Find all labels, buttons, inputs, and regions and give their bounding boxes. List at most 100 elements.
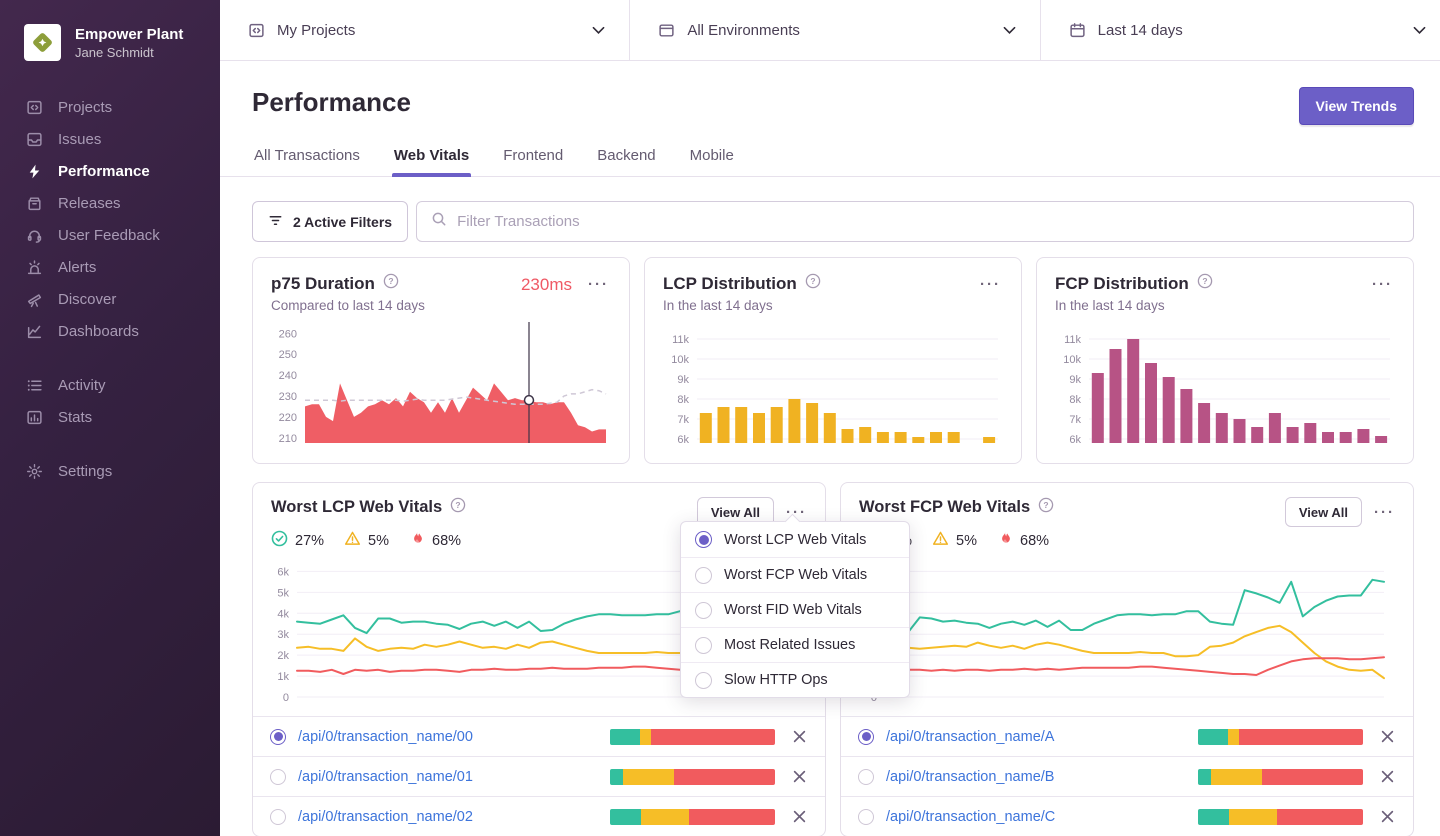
more-options-button[interactable]: ···: [978, 273, 1003, 296]
sidebar-item-settings[interactable]: Settings: [0, 455, 220, 487]
sidebar-item-stats[interactable]: Stats: [0, 401, 220, 433]
org-header[interactable]: Empower Plant Jane Schmidt: [0, 0, 220, 61]
user-feedback-icon: [25, 226, 43, 244]
tab-label: Mobile: [689, 147, 734, 164]
close-icon[interactable]: [1379, 808, 1396, 825]
menu-radio[interactable]: [695, 601, 712, 619]
tab-web-vitals[interactable]: Web Vitals: [391, 141, 472, 177]
menu-item-worst-fid[interactable]: Worst FID Web Vitals: [681, 592, 909, 627]
sidebar-item-label: Activity: [58, 376, 106, 394]
active-filters-button[interactable]: 2 Active Filters: [252, 201, 409, 242]
svg-text:3k: 3k: [277, 629, 289, 641]
close-icon[interactable]: [1379, 768, 1396, 785]
menu-item-worst-fcp[interactable]: Worst FCP Web Vitals: [681, 557, 909, 592]
sidebar-item-alerts[interactable]: Alerts: [0, 251, 220, 283]
sidebar-item-label: Performance: [58, 162, 150, 180]
card-title: LCP Distribution: [663, 273, 797, 293]
sidebar-item-releases[interactable]: Releases: [0, 187, 220, 219]
sidebar-item-issues[interactable]: Issues: [0, 123, 220, 155]
search-input[interactable]: [457, 213, 1399, 230]
table-row: /api/0/transaction_name/02: [253, 796, 825, 836]
transaction-list: /api/0/transaction_name/00 /api/0/transa…: [253, 716, 825, 836]
svg-text:?: ?: [388, 276, 393, 286]
card-title: Worst LCP Web Vitals: [271, 498, 443, 516]
menu-radio[interactable]: [695, 531, 712, 548]
tab-all-transactions[interactable]: All Transactions: [252, 141, 362, 176]
row-radio[interactable]: [270, 768, 286, 785]
fcp-distribution-chart[interactable]: 6k 7k 8k 9k 10k 11k: [1055, 319, 1395, 456]
svg-text:240: 240: [279, 370, 297, 382]
close-icon[interactable]: [791, 808, 808, 825]
tab-frontend[interactable]: Frontend: [501, 141, 565, 176]
transaction-search: [416, 201, 1414, 242]
more-options-button[interactable]: ···: [586, 273, 611, 296]
tab-mobile[interactable]: Mobile: [688, 141, 736, 176]
org-logo: [24, 24, 61, 61]
org-name: Empower Plant: [75, 25, 184, 43]
menu-item-worst-lcp[interactable]: Worst LCP Web Vitals: [681, 522, 909, 557]
transaction-link[interactable]: /api/0/transaction_name/A: [886, 729, 1186, 745]
transaction-link[interactable]: /api/0/transaction_name/02: [298, 809, 598, 825]
row-radio[interactable]: [858, 808, 874, 825]
sidebar-item-activity[interactable]: Activity: [0, 369, 220, 401]
sidebar-item-projects[interactable]: Projects: [0, 91, 220, 123]
dashboards-icon: [25, 322, 43, 340]
releases-icon: [25, 194, 43, 212]
lcp-distribution-chart[interactable]: 6k 7k 8k 9k 10k 11k: [663, 319, 1003, 456]
poor-percent: 68%: [432, 532, 462, 549]
transaction-link[interactable]: /api/0/transaction_name/B: [886, 769, 1186, 785]
sidebar-item-discover[interactable]: Discover: [0, 283, 220, 315]
menu-item-slow-http-ops[interactable]: Slow HTTP Ops: [681, 662, 909, 697]
svg-text:9k: 9k: [677, 374, 689, 386]
help-icon[interactable]: ?: [805, 273, 821, 294]
lcp-distribution-card: LCP Distribution ? In the last 14 days ·…: [644, 257, 1022, 464]
svg-text:250: 250: [279, 349, 297, 361]
sidebar-item-dashboards[interactable]: Dashboards: [0, 315, 220, 347]
view-trends-button[interactable]: View Trends: [1298, 87, 1414, 125]
close-icon[interactable]: [791, 728, 808, 745]
vitals-type-dropdown: Worst LCP Web Vitals Worst FCP Web Vital…: [680, 521, 910, 698]
more-options-button[interactable]: ···: [1370, 273, 1395, 296]
sidebar-item-performance[interactable]: Performance: [0, 155, 220, 187]
help-icon[interactable]: ?: [450, 497, 466, 518]
transaction-link[interactable]: /api/0/transaction_name/00: [298, 729, 598, 745]
card-title: Worst FCP Web Vitals: [859, 498, 1031, 516]
menu-radio[interactable]: [695, 636, 712, 654]
sidebar-item-user-feedback[interactable]: User Feedback: [0, 219, 220, 251]
tab-label: Web Vitals: [393, 147, 470, 164]
svg-text:?: ?: [456, 500, 461, 510]
row-radio[interactable]: [858, 728, 874, 745]
sidebar: Empower Plant Jane Schmidt Projects Issu…: [0, 0, 220, 836]
row-radio[interactable]: [270, 808, 286, 825]
sidebar-item-label: Issues: [58, 130, 102, 148]
menu-radio[interactable]: [695, 671, 712, 689]
poor-percent: 68%: [1020, 532, 1050, 549]
svg-text:10k: 10k: [1063, 354, 1081, 366]
calendar-icon: [1069, 22, 1086, 39]
menu-radio[interactable]: [695, 566, 712, 584]
tab-label: Backend: [597, 147, 656, 164]
p75-duration-chart[interactable]: 210 220 230 240 250 260: [271, 319, 611, 456]
help-icon[interactable]: ?: [1197, 273, 1213, 294]
view-all-button[interactable]: View All: [1284, 497, 1362, 527]
good-percent: 27%: [295, 532, 325, 549]
transaction-link[interactable]: /api/0/transaction_name/01: [298, 769, 598, 785]
worst-fcp-chart[interactable]: 01k2k3k4k5k6k: [841, 551, 1413, 710]
close-icon[interactable]: [791, 768, 808, 785]
environment-selector[interactable]: All Environments: [629, 0, 1039, 60]
more-options-button[interactable]: ···: [1372, 501, 1397, 524]
activity-icon: [25, 376, 43, 394]
svg-text:0: 0: [283, 692, 289, 704]
help-icon[interactable]: ?: [383, 273, 399, 294]
row-radio[interactable]: [858, 768, 874, 785]
help-icon[interactable]: ?: [1038, 497, 1054, 518]
row-radio[interactable]: [270, 728, 286, 745]
project-selector[interactable]: My Projects: [220, 0, 629, 60]
close-icon[interactable]: [1379, 728, 1396, 745]
meh-percent: 5%: [956, 532, 977, 549]
menu-item-most-related-issues[interactable]: Most Related Issues: [681, 627, 909, 662]
sidebar-item-label: User Feedback: [58, 226, 160, 244]
tab-backend[interactable]: Backend: [595, 141, 657, 176]
date-range-selector[interactable]: Last 14 days: [1039, 0, 1440, 60]
transaction-link[interactable]: /api/0/transaction_name/C: [886, 809, 1186, 825]
